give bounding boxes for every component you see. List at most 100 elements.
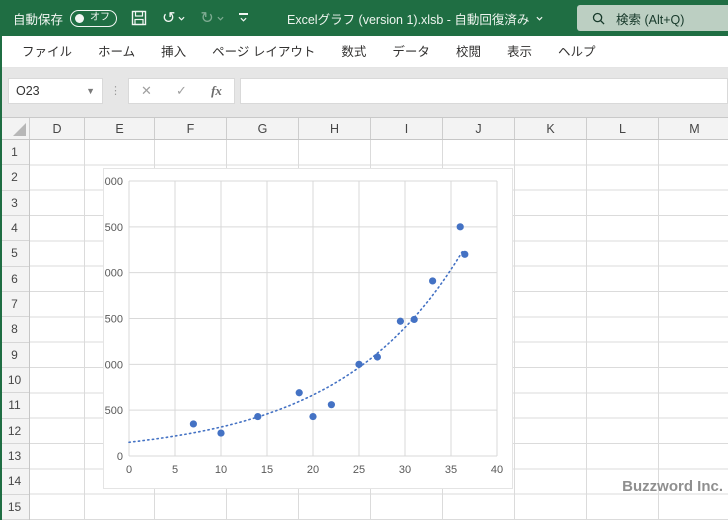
- data-point[interactable]: [189, 420, 197, 428]
- tab-view[interactable]: 表示: [494, 37, 545, 67]
- chevron-down-icon: [217, 16, 224, 21]
- x-tick-label: 40: [491, 464, 503, 476]
- data-point[interactable]: [456, 223, 464, 231]
- y-tick-label: 0: [117, 451, 123, 463]
- data-point[interactable]: [410, 315, 418, 324]
- chevron-down-icon[interactable]: ▼: [86, 86, 95, 96]
- column-header-M[interactable]: M: [659, 118, 728, 139]
- autosave-toggle[interactable]: オフ: [70, 9, 118, 27]
- toggle-knob-icon: [75, 13, 85, 23]
- customize-qat-button[interactable]: [238, 13, 248, 23]
- row-header-10[interactable]: 10: [0, 368, 29, 394]
- save-button[interactable]: [131, 10, 147, 26]
- data-point[interactable]: [327, 401, 335, 409]
- column-header-D[interactable]: D: [30, 118, 85, 139]
- tab-formulas[interactable]: 数式: [328, 37, 379, 67]
- select-all-button[interactable]: [0, 118, 30, 139]
- data-point[interactable]: [355, 360, 363, 368]
- column-headers: DEFGHIJKLM: [0, 118, 728, 140]
- column-header-K[interactable]: K: [515, 118, 587, 139]
- y-tick-label: 500: [105, 405, 123, 417]
- column-header-J[interactable]: J: [443, 118, 515, 139]
- redo-icon: ↻: [200, 8, 214, 27]
- row-header-11[interactable]: 11: [0, 393, 29, 419]
- sheet-body: 123456789101112131415 050010001500200025…: [0, 140, 728, 520]
- column-header-I[interactable]: I: [371, 118, 443, 139]
- row-header-1[interactable]: 1: [0, 140, 29, 166]
- y-tick-label: 1500: [104, 314, 123, 326]
- tab-home[interactable]: ホーム: [85, 37, 148, 67]
- row-header-12[interactable]: 12: [0, 419, 29, 444]
- drag-handle-icon[interactable]: ⋮: [110, 85, 121, 96]
- data-point[interactable]: [373, 353, 381, 361]
- grid-column-line: [586, 140, 587, 520]
- tab-review[interactable]: 校閲: [443, 37, 494, 67]
- name-box-value: O23: [16, 83, 40, 98]
- chevron-down-icon: [240, 17, 247, 22]
- overflow-bar-icon: [238, 13, 248, 15]
- grid-column-line: [514, 140, 515, 520]
- x-tick-label: 20: [307, 464, 319, 476]
- insert-function-button[interactable]: fx: [199, 83, 234, 99]
- x-tick-label: 10: [215, 464, 227, 476]
- enter-button[interactable]: ✓: [164, 83, 199, 99]
- row-header-3[interactable]: 3: [0, 191, 29, 216]
- row-headers: 1 2 3 4 5 6 7 8 9 10 11 12 13 14 15: [0, 140, 30, 520]
- data-point[interactable]: [295, 389, 303, 397]
- row-header-9[interactable]: 9: [0, 343, 29, 368]
- tab-page-layout[interactable]: ページ レイアウト: [199, 37, 328, 67]
- watermark: Buzzword Inc.: [622, 478, 723, 495]
- scatter-chart[interactable]: 0 500 1000 1500 2000 2500 3000 0 5 10 15 20 25 30 35 40: [99, 168, 513, 489]
- autosave-control: 自動保存 オフ: [13, 9, 118, 28]
- column-header-L[interactable]: L: [587, 118, 659, 139]
- column-header-G[interactable]: G: [227, 118, 299, 139]
- row-header-13[interactable]: 13: [0, 444, 29, 470]
- name-box[interactable]: O23 ▼: [8, 77, 103, 104]
- row-header-7[interactable]: 7: [0, 292, 29, 318]
- x-tick-label: 30: [399, 464, 411, 476]
- y-tick-label: 3000: [104, 176, 123, 188]
- ribbon-tab-bar: ファイル ホーム 挿入 ページ レイアウト 数式 データ 校閲 表示 ヘルプ: [0, 36, 728, 68]
- chevron-down-icon[interactable]: [536, 15, 543, 22]
- redo-button[interactable]: ↻: [200, 8, 224, 27]
- row-header-5[interactable]: 5: [0, 241, 29, 267]
- x-tick-label: 35: [445, 464, 457, 476]
- undo-button[interactable]: ↺: [162, 10, 185, 26]
- x-tick-label: 15: [261, 464, 273, 476]
- grid-column-line: [84, 140, 85, 520]
- title-bar: 自動保存 オフ ↺ ↻ Excelグラフ (version 1).xlsb - …: [0, 0, 728, 36]
- row-header-2[interactable]: 2: [0, 165, 29, 191]
- row-header-8[interactable]: 8: [0, 317, 29, 343]
- data-point[interactable]: [217, 429, 225, 437]
- data-point[interactable]: [429, 277, 437, 285]
- row-header-6[interactable]: 6: [0, 267, 29, 292]
- formula-buttons: ✕ ✓ fx: [128, 77, 235, 104]
- data-point[interactable]: [254, 412, 262, 421]
- window-title: Excelグラフ (version 1).xlsb - 自動回復済み: [287, 0, 543, 36]
- tab-help[interactable]: ヘルプ: [545, 37, 609, 67]
- document-title: Excelグラフ (version 1).xlsb - 自動回復済み: [287, 12, 530, 27]
- scatter-chart-svg: 0 500 1000 1500 2000 2500 3000 0 5 10 15 20 25 30 35 40: [99, 176, 504, 476]
- select-all-triangle-icon: [13, 123, 26, 136]
- column-header-H[interactable]: H: [299, 118, 371, 139]
- data-point[interactable]: [309, 412, 317, 421]
- y-tick-label: 2500: [104, 222, 123, 234]
- column-header-F[interactable]: F: [155, 118, 227, 139]
- formula-input[interactable]: [240, 77, 728, 104]
- data-point[interactable]: [396, 317, 404, 325]
- cancel-button[interactable]: ✕: [129, 83, 164, 99]
- row-header-15[interactable]: 15: [0, 495, 29, 520]
- search-box[interactable]: 検索 (Alt+Q): [577, 5, 728, 31]
- formula-bar-row: O23 ▼ ⋮ ✕ ✓ fx: [0, 68, 728, 118]
- chevron-down-icon: [178, 16, 185, 21]
- row-header-14[interactable]: 14: [0, 469, 29, 495]
- grid-column-line: [658, 140, 659, 520]
- quick-access-toolbar: ↺ ↻: [131, 10, 248, 26]
- data-point[interactable]: [461, 250, 469, 258]
- tab-insert[interactable]: 挿入: [148, 37, 199, 67]
- row-header-4[interactable]: 4: [0, 216, 29, 242]
- column-header-E[interactable]: E: [85, 118, 155, 139]
- tab-data[interactable]: データ: [379, 37, 443, 67]
- tab-file[interactable]: ファイル: [9, 37, 85, 67]
- search-placeholder: 検索 (Alt+Q): [616, 12, 685, 27]
